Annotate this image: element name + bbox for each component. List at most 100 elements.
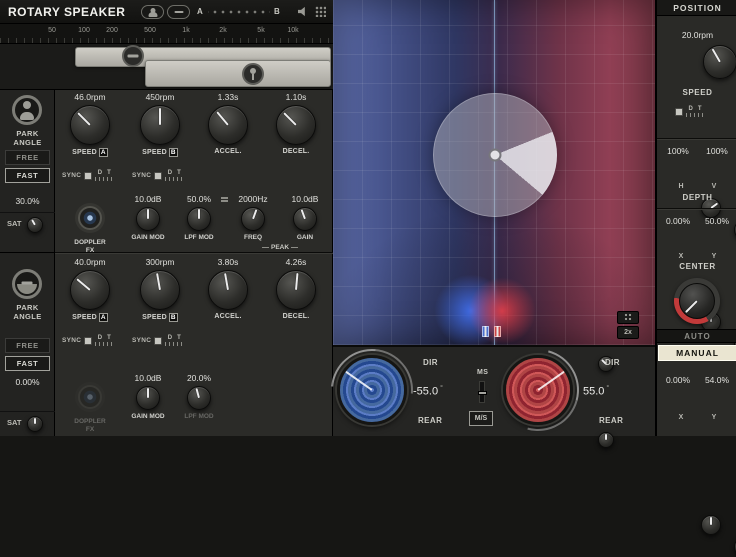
left-angle-value: -55.0° [413,385,443,398]
auto-mode-button[interactable]: AUTO [657,329,736,343]
triplet-label: T [177,335,181,341]
ms-fader-handle[interactable] [478,391,487,395]
position-speed-label: SPEED [657,88,736,97]
rotor-lpfmod-value: 20.0% [174,373,224,384]
auto-position-knob[interactable] [674,278,720,324]
knob-pointer [147,388,149,398]
horn-speed-a-value: 46.0rpm [58,92,122,103]
ruler-tick-label: 5k [257,27,264,34]
dotted-triplet-toggle[interactable]: DT [165,335,183,346]
horn-gainmod-knob[interactable] [136,207,160,231]
horn-doppler-button[interactable] [78,206,102,230]
rotor-speed-a-value: 40.0rpm [58,257,122,268]
depth-label: DEPTH [657,193,736,202]
rotor-free-button[interactable]: FREE [5,338,50,353]
rotor-gainmod-knob[interactable] [136,386,160,410]
horn-gainmod-value: 10.0dB [123,194,173,205]
knob-pointer [77,112,91,126]
ms-fader[interactable] [479,381,485,403]
horn-free-button[interactable]: FREE [5,150,50,165]
sync-checkbox[interactable] [84,172,92,180]
horn-speed-b-value: 450rpm [128,92,192,103]
rotor-sat-row: SAT [0,411,55,433]
knob-pointer [156,273,161,291]
horn-speed-b-knob[interactable] [140,105,180,145]
horn-decel-knob[interactable] [276,105,316,145]
left-mic-marker[interactable] [482,326,489,337]
horn-side-panel: PARK ANGLE FREE FAST 30.0% SAT [0,90,55,253]
manual-mode-button[interactable]: MANUAL [658,345,736,361]
right-mic-marker[interactable] [494,326,501,337]
horn-accel-knob[interactable] [208,105,248,145]
manual-x-knob[interactable] [701,515,721,535]
triplet-label: T [107,335,111,341]
horn-enable-button[interactable] [141,5,164,19]
horn-lpfmod-value: 50.0% [174,194,224,205]
rotor-sat-knob[interactable] [27,416,43,432]
horn-band-icon[interactable] [122,45,144,67]
left-rear-knob[interactable] [598,432,614,448]
rotor-speed-a-label: SPEED [72,314,97,322]
speaker-icon[interactable] [298,6,309,17]
center-y-value: 50.0% [698,216,736,226]
depth-v-value: 100% [698,146,736,156]
dotted-triplet-toggle[interactable]: DT [686,106,704,117]
position-sync: DT [675,106,704,117]
horn-fast-button[interactable]: FAST [5,168,50,183]
dotted-label: D [688,106,692,112]
ab-morph-dots[interactable] [208,10,270,14]
dt-ticks [686,113,704,117]
pad-view-button[interactable] [617,311,639,324]
ruler-tick-label: 500 [144,27,156,34]
sync-checkbox[interactable] [675,108,683,116]
sync-checkbox[interactable] [154,337,162,345]
sync-checkbox[interactable] [84,337,92,345]
rotor-decel-knob[interactable] [276,270,316,310]
horn-freq-label: FREQ [235,234,271,242]
rotor-decel-value: 4.26s [264,257,328,268]
dotted-triplet-toggle[interactable]: DT [165,170,183,181]
rotor-enable-button[interactable] [167,5,190,19]
horn-peakgain-value: 10.0dB [280,194,330,205]
rotor-fast-button[interactable]: FAST [5,356,50,371]
link-icon[interactable] [221,197,228,202]
preset-a-label[interactable]: A [197,7,203,16]
right-mic-knob[interactable] [503,355,573,425]
angle-label: ANGLE [0,138,55,147]
preset-grid-icon[interactable] [315,6,326,17]
rotor-band-bar[interactable] [145,60,331,87]
rotor-gainmod-label: GAIN MOD [130,413,166,421]
angle-number: 55.0 [583,386,604,398]
rotor-pin-stem [252,74,254,80]
rotor-accel-knob[interactable] [208,270,248,310]
left-mic-knob[interactable] [337,355,407,425]
ruler-tick-label: 100 [78,27,90,34]
horn-sat-knob[interactable] [27,217,43,233]
rotor-lpfmod-knob[interactable] [187,386,211,410]
rotor-gainmod-value: 10.0dB [123,373,173,384]
horn-lpfmod-knob[interactable] [187,207,211,231]
dotted-triplet-toggle[interactable]: DT [95,170,113,181]
dotted-triplet-toggle[interactable]: DT [95,335,113,346]
ms-mode-button[interactable]: M/S [469,411,493,426]
rotor-speed-b-knob[interactable] [140,270,180,310]
dt-ticks [165,342,183,346]
sync-checkbox[interactable] [154,172,162,180]
zoom-button[interactable]: 2x [617,326,639,339]
position-speed-knob[interactable] [703,45,736,79]
horn-slot-glyph [128,55,139,58]
dotted-label: D [168,335,172,341]
horn-peakgain-knob[interactable] [293,207,317,231]
degree-symbol: ° [440,385,443,392]
rotor-speed-a-knob[interactable] [70,270,110,310]
rotor-doppler-button[interactable] [78,385,102,409]
rotor-band-icon[interactable] [242,63,264,85]
right-rear-label: REAR [599,416,623,425]
horn-freq-knob[interactable] [241,207,265,231]
preset-b-label[interactable]: B [274,7,280,16]
knob-pointer [345,371,372,391]
horn-speed-a-knob[interactable] [70,105,110,145]
dt-ticks [95,342,113,346]
xy-pad[interactable]: 2x [333,0,655,345]
badge-b: B [169,313,178,322]
